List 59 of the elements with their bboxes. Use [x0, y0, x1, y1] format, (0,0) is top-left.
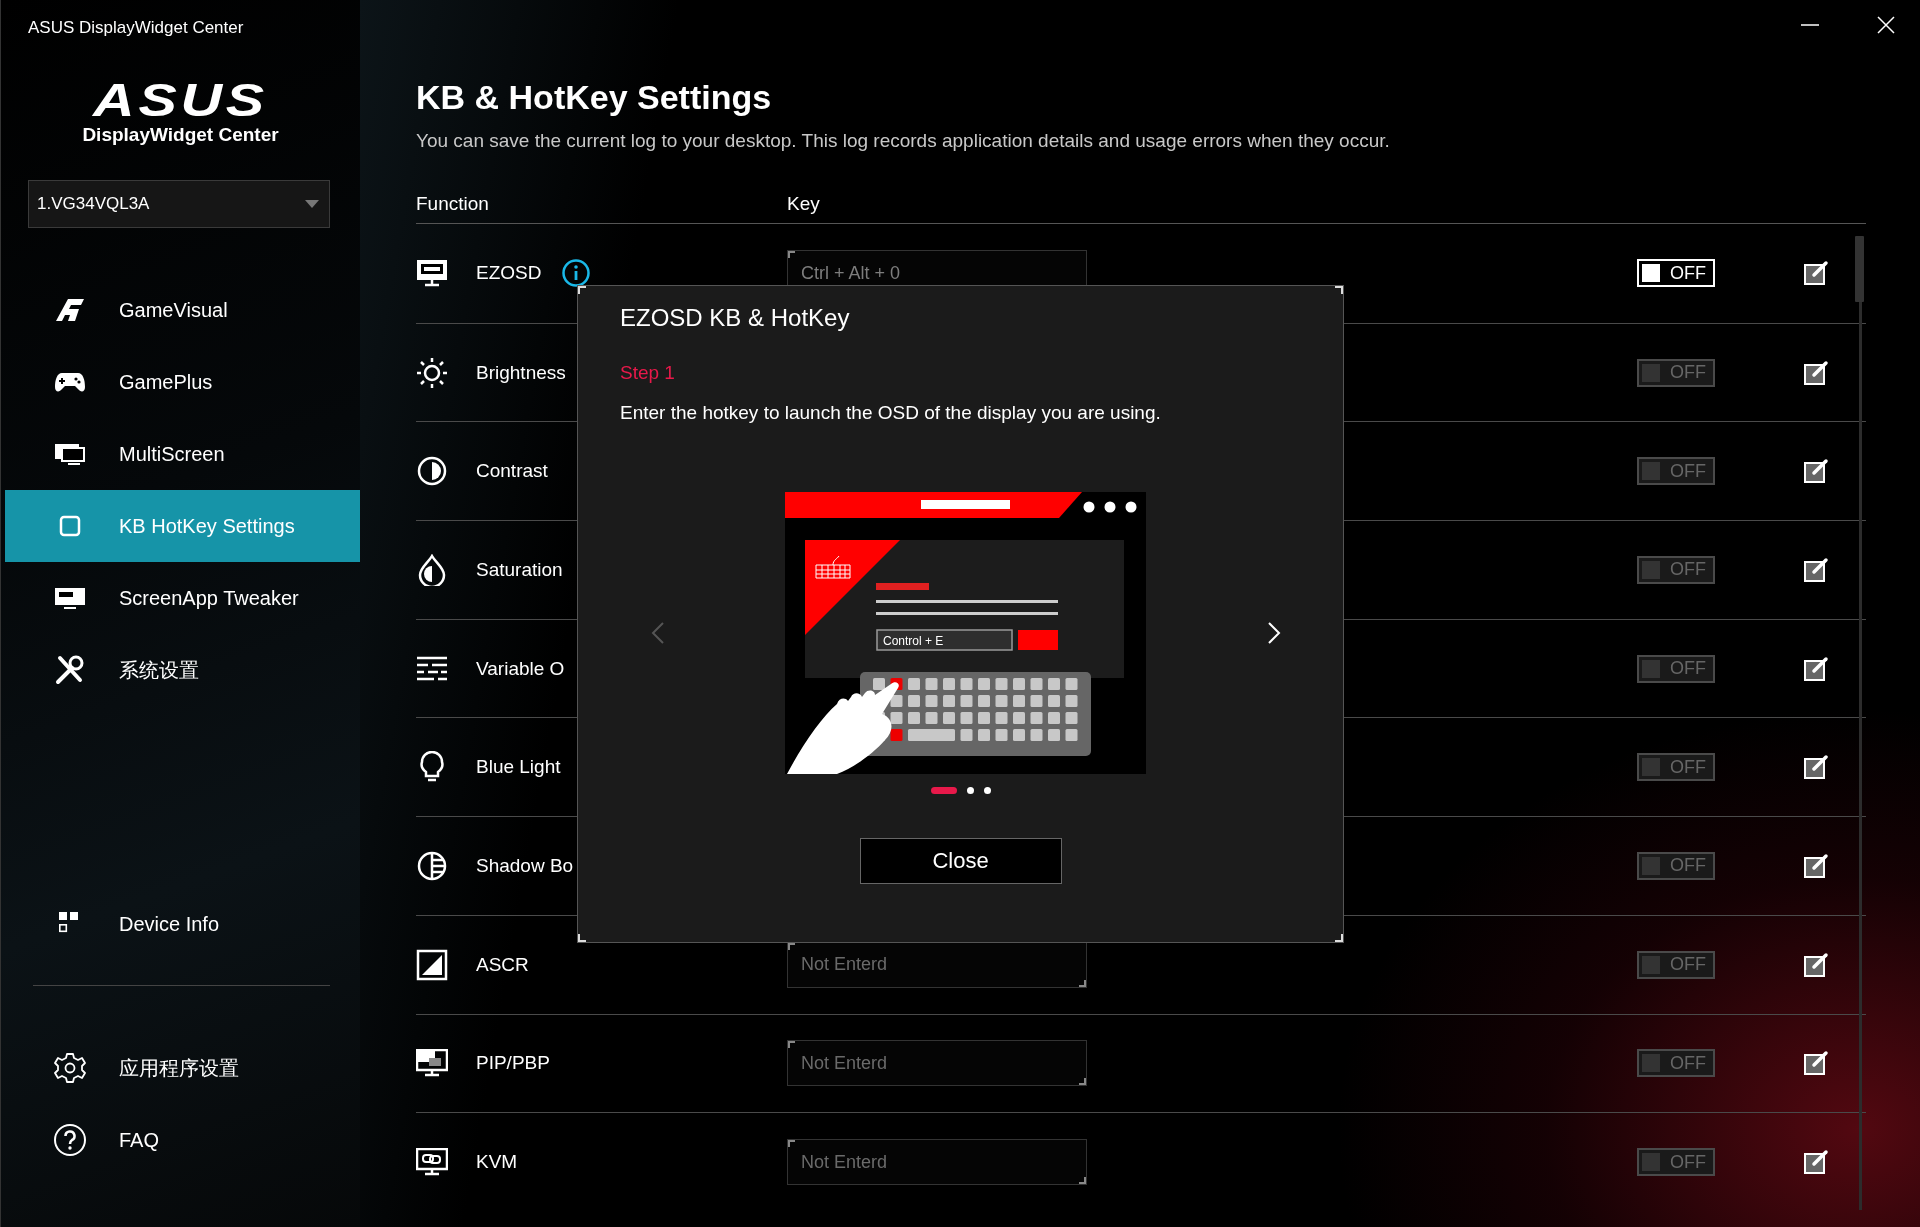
scrollbar-thumb[interactable] [1855, 236, 1864, 302]
step-label: Step 1 [620, 361, 676, 385]
sun-icon [416, 356, 448, 389]
toggle-switch[interactable]: OFF [1637, 259, 1715, 288]
monitors-icon [54, 442, 86, 466]
nav-item[interactable]: 应用程序设置 [5, 1032, 360, 1104]
function-label: EZOSD [476, 262, 542, 285]
drop-icon [416, 553, 448, 586]
close-button[interactable]: Close [859, 838, 1062, 884]
nav-item[interactable]: KB HotKey Settings [5, 490, 360, 562]
dialog-title: EZOSD KB & HotKey [620, 304, 851, 332]
slanted-shape-icon [54, 297, 86, 323]
monitor-icon [416, 1049, 448, 1078]
nav-item[interactable]: Device Info [5, 888, 360, 960]
nav-item[interactable]: FAQ [5, 1104, 360, 1176]
function-label: Contrast [476, 460, 548, 483]
column-header: Key [787, 192, 821, 216]
monitor-icon [416, 259, 448, 288]
chevron-right-icon[interactable] [1267, 620, 1281, 645]
page-description: You can save the current log to your desktop. This log records application details and usage errors when they occur. [416, 129, 1391, 153]
function-label: PIP/PBP [476, 1052, 550, 1075]
function-label: Shadow Bo [476, 854, 574, 877]
page-title: KB & HotKey Settings [416, 77, 773, 117]
tools-icon [54, 655, 86, 685]
product-name: DisplayWidget Center [81, 123, 280, 147]
gamepad-icon [54, 370, 86, 394]
monitor-icon [416, 1148, 448, 1177]
sliders-icon [416, 654, 448, 683]
nav-item[interactable]: ScreenApp Tweaker [5, 562, 360, 634]
function-label: Brightness [476, 361, 566, 384]
nav-item[interactable]: GamePlus [5, 346, 360, 418]
key-field[interactable]: Not Enterd [787, 1139, 1087, 1186]
function-label: KVM [476, 1151, 518, 1174]
monitor-dropdown[interactable]: 1.VG34VQL3A [28, 180, 330, 228]
settings-icon [54, 1052, 86, 1084]
window-title: ASUS DisplayWidget Center [27, 17, 245, 39]
diagonal-square-icon [416, 948, 448, 981]
instruction-text: Enter the hotkey to launch the OSD of the display you are using. [620, 401, 1162, 425]
nav-item[interactable]: MultiScreen [5, 418, 360, 490]
key-field[interactable]: Not Enterd [787, 1040, 1087, 1087]
help-icon [53, 1123, 87, 1157]
page-indicator[interactable] [983, 786, 991, 794]
column-header: Function [416, 192, 490, 216]
function-label: Variable O [476, 657, 565, 680]
function-label: Saturation [476, 558, 563, 581]
info-icon[interactable] [561, 258, 592, 289]
nav-item[interactable]: 系统设置 [5, 634, 360, 706]
function-label: ASCR [476, 953, 529, 976]
screen-icon [54, 586, 86, 610]
hotkey-example-text: Control + E [883, 633, 944, 648]
function-label: Blue Light [476, 756, 561, 779]
nav-item[interactable]: GameVisual [5, 274, 360, 346]
half-circle-icon [416, 849, 448, 882]
brand-logo: ASUS [91, 77, 269, 123]
key-field[interactable]: Not Enterd [787, 941, 1087, 988]
close-icon[interactable] [1876, 15, 1896, 35]
page-indicator[interactable] [966, 786, 974, 794]
caret-icon [305, 200, 319, 208]
contrast-icon [416, 455, 448, 488]
